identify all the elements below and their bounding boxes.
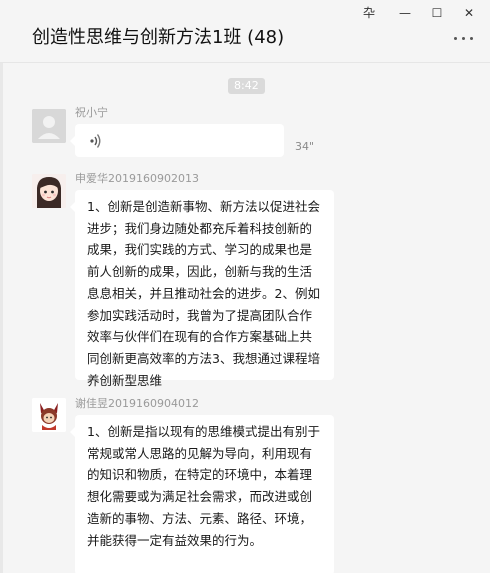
cartoon-avatar-icon: [32, 398, 66, 432]
sender-name: 谢佳昱2019160904012: [75, 397, 199, 410]
title-bar: 创造性思维与创新方法1班 (48) 卆 — ☐ ✕: [0, 0, 490, 63]
girl-avatar-icon: [32, 174, 66, 208]
chat-title: 创造性思维与创新方法1班 (48): [32, 27, 285, 48]
message-list[interactable]: 8:42 祝小宁 34" 申爱华2019160902013 1、创新是创造新事物…: [0, 62, 490, 573]
text-message-bubble[interactable]: 1、创新是创造新事物、新方法以促进社会进步；我们身边随处都充斥着科技创新的成果，…: [70, 190, 334, 388]
minimize-button[interactable]: —: [394, 4, 416, 22]
avatar[interactable]: [32, 398, 66, 432]
sender-name: 申爱华2019160902013: [75, 172, 199, 185]
pin-icon[interactable]: 卆: [358, 4, 380, 22]
timestamp: 8:42: [228, 78, 265, 94]
close-button[interactable]: ✕: [458, 4, 480, 22]
sender-name: 祝小宁: [75, 106, 108, 119]
more-options-icon[interactable]: [452, 33, 476, 45]
maximize-button[interactable]: ☐: [426, 4, 448, 22]
default-avatar-icon: [32, 109, 66, 143]
text-message-bubble[interactable]: 1、创新是指以现有的思维模式提出有别于常规或常人思路的见解为导向，利用现有的知识…: [70, 415, 334, 573]
avatar[interactable]: [32, 109, 66, 143]
chat-window: 创造性思维与创新方法1班 (48) 卆 — ☐ ✕ 8:42 祝小宁 34" 申…: [0, 0, 490, 573]
voice-message-bubble[interactable]: [70, 124, 284, 157]
voice-duration: 34": [295, 140, 315, 153]
voice-wave-icon: [90, 134, 101, 148]
avatar[interactable]: [32, 174, 66, 208]
